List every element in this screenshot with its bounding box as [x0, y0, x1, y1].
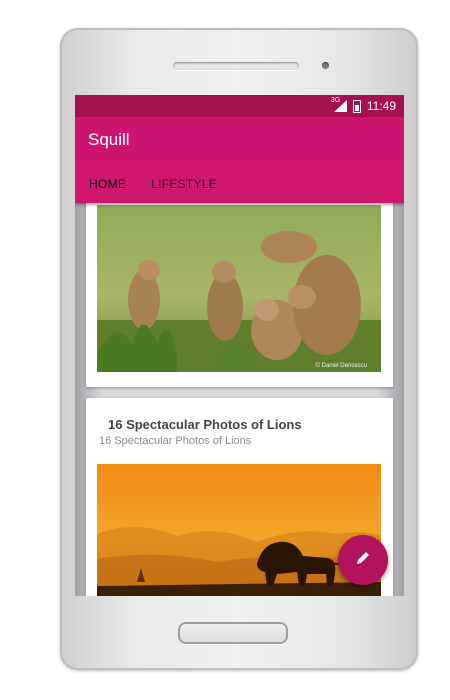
status-bar: 3G 11:49	[75, 95, 404, 117]
home-button[interactable]	[178, 622, 288, 644]
article-headline[interactable]: 16 Spectacular Photos of Lions	[108, 417, 302, 432]
app-bar: Squill	[75, 117, 404, 161]
article-card[interactable]: © Daniel Dencescu	[86, 197, 393, 387]
signal-icon: 3G	[331, 97, 347, 112]
meerkats-photo[interactable]: © Daniel Dencescu	[97, 205, 381, 372]
status-time: 11:49	[366, 99, 396, 113]
article-subtitle: 16 Spectacular Photos of Lions	[99, 435, 252, 447]
front-camera	[322, 62, 329, 69]
app-title: Squill	[88, 130, 130, 149]
pencil-icon	[354, 549, 372, 572]
compose-fab[interactable]	[338, 535, 388, 585]
speaker-grille	[173, 62, 299, 70]
tab-bar: HOME LIFESTYLE	[75, 161, 404, 203]
photo-watermark: © Daniel Dencescu	[316, 362, 367, 369]
tab-lifestyle[interactable]: LIFESTYLE	[151, 177, 217, 191]
lion-sunset-photo[interactable]	[97, 464, 381, 596]
battery-icon	[352, 99, 361, 113]
tab-home[interactable]: HOME	[89, 177, 126, 191]
screen: 3G 11:49 Squill HOME LIFESTYLE © Daniel …	[75, 95, 404, 596]
